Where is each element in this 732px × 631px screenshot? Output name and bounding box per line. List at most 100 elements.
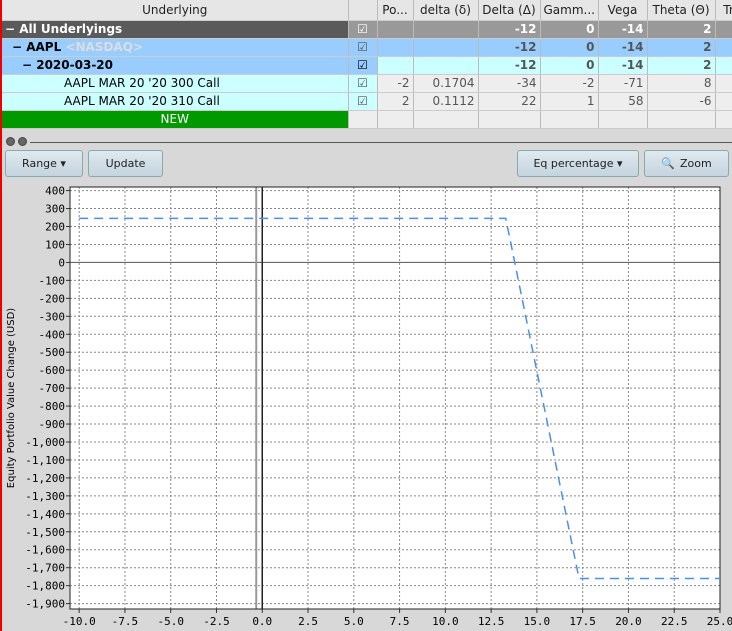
cell: [647, 110, 716, 129]
cell: -2: [377, 74, 414, 93]
cell: [478, 110, 541, 129]
divider: [30, 142, 732, 143]
y-tick-label: 0: [58, 256, 65, 269]
y-tick-label: -900: [39, 418, 66, 431]
row-all-underlyings[interactable]: − All Underlyings ☑ -12 0 -14 2: [2, 20, 732, 39]
cell: -12: [478, 20, 541, 39]
collapse-icon[interactable]: −: [5, 22, 19, 36]
table-row[interactable]: AAPL MAR 20 '20 310 Call ☑ 2 0.1112 22 1 58-…: [2, 92, 732, 111]
range-button[interactable]: Range ▾: [5, 150, 83, 177]
col-gamma[interactable]: Gamm...: [540, 0, 599, 21]
cell: -34: [478, 74, 541, 93]
new-row[interactable]: NEW: [2, 110, 732, 129]
y-tick-label: -100: [39, 274, 66, 287]
col-check[interactable]: [348, 0, 378, 21]
cell: -12: [478, 56, 541, 75]
y-tick-label: -1,900: [25, 598, 65, 611]
row-label: All Underlyings: [19, 22, 123, 36]
expiry-label: 2020-03-20: [36, 58, 113, 72]
row-underlying[interactable]: − AAPL <NASDAQ> ☑ -12 0 -14 2: [2, 38, 732, 57]
zoom-label: Zoom: [679, 157, 712, 170]
payoff-chart[interactable]: 400 300 200 100 0 -100 -200 -300 -400 -500 -600 -70…: [2, 180, 732, 631]
x-tick-label: 0.0: [252, 615, 272, 628]
expand-up-icon[interactable]: [6, 137, 15, 146]
include-checkbox[interactable]: ☑: [348, 38, 378, 57]
cell: [540, 110, 599, 129]
cell: -14: [598, 20, 648, 39]
x-tick-label: 2.5: [298, 615, 318, 628]
cell: -71: [598, 74, 648, 93]
cell: 2: [377, 92, 414, 111]
position-label: AAPL MAR 20 '20 300 Call: [2, 74, 349, 93]
collapse-icon[interactable]: −: [12, 40, 26, 54]
cell: [377, 56, 414, 75]
include-checkbox[interactable]: ☑: [348, 20, 378, 39]
cell: [413, 56, 479, 75]
cell: 2: [647, 38, 716, 57]
x-tick-label: 20.0: [615, 615, 642, 628]
y-tick-label: -1,400: [25, 508, 65, 521]
y-tick-label: -800: [39, 400, 66, 413]
cell: 22: [478, 92, 541, 111]
cell: 0: [540, 38, 599, 57]
y-tick-label: -500: [39, 346, 66, 359]
x-tick-label: 5.0: [344, 615, 364, 628]
cell: -12: [478, 38, 541, 57]
y-tick-label: -1,600: [25, 544, 65, 557]
y-tick-label: 300: [45, 203, 65, 216]
cell: [413, 20, 479, 39]
include-checkbox[interactable]: ☑: [348, 92, 378, 111]
cell: 0.1704: [413, 74, 479, 93]
zoom-button[interactable]: 🔍 Zoom: [644, 150, 729, 177]
cell: [715, 38, 732, 57]
col-underlying[interactable]: Underlying: [2, 0, 349, 21]
cell: [715, 56, 732, 75]
cell: 2: [647, 20, 716, 39]
y-tick-label: -700: [39, 382, 66, 395]
position-label: AAPL MAR 20 '20 310 Call: [2, 92, 349, 111]
cell: 2: [647, 56, 716, 75]
exchange: <NASDAQ>: [65, 40, 143, 54]
y-tick-label: 100: [45, 238, 65, 251]
col-vega[interactable]: Vega: [598, 0, 648, 21]
table-row[interactable]: AAPL MAR 20 '20 300 Call ☑ -2 0.1704 -34 -2…: [2, 74, 732, 93]
row-expiry[interactable]: − 2020-03-20 ☑ -12 0 -14 2: [2, 56, 732, 75]
new-button[interactable]: NEW: [2, 110, 349, 129]
include-checkbox[interactable]: ☑: [348, 56, 378, 75]
col-delta[interactable]: Delta (Δ): [478, 0, 541, 21]
col-delta-small[interactable]: delta (δ): [413, 0, 479, 21]
y-tick-label: -400: [39, 328, 66, 341]
expand-down-icon[interactable]: [18, 137, 27, 146]
cell: [715, 92, 732, 111]
splitter[interactable]: [2, 136, 732, 148]
col-position[interactable]: Po...: [377, 0, 414, 21]
y-tick-label: -1,800: [25, 580, 65, 593]
cell: -6: [647, 92, 716, 111]
cell: [348, 110, 378, 129]
y-tick-label: -1,500: [25, 526, 65, 539]
cell: [377, 110, 414, 129]
y-tick-label: -300: [39, 310, 66, 323]
eq-percentage-dropdown[interactable]: Eq percentage ▾: [517, 150, 639, 177]
col-theta[interactable]: Theta (Θ): [647, 0, 716, 21]
cell: 0.1112: [413, 92, 479, 111]
include-checkbox[interactable]: ☑: [348, 74, 378, 93]
y-tick-label: -1,300: [25, 490, 65, 503]
col-tr[interactable]: Tr: [715, 0, 732, 21]
update-button[interactable]: Update: [88, 150, 163, 177]
positions-table: Underlying Po... delta (δ) Delta (Δ) Gam…: [2, 0, 732, 129]
cell: 1: [540, 92, 599, 111]
cell: [715, 110, 732, 129]
x-tick-label: -2.5: [203, 615, 230, 628]
symbol: AAPL: [26, 40, 62, 54]
cell: [413, 110, 479, 129]
collapse-icon[interactable]: −: [22, 58, 36, 72]
x-tick-label: -5.0: [157, 615, 184, 628]
y-tick-label: -600: [39, 364, 66, 377]
y-tick-label: -1,700: [25, 562, 65, 575]
cell: [413, 38, 479, 57]
cell: -14: [598, 56, 648, 75]
plot-area: [70, 187, 720, 609]
y-tick-label: -1,200: [25, 472, 65, 485]
x-tick-label: -10.0: [63, 615, 96, 628]
